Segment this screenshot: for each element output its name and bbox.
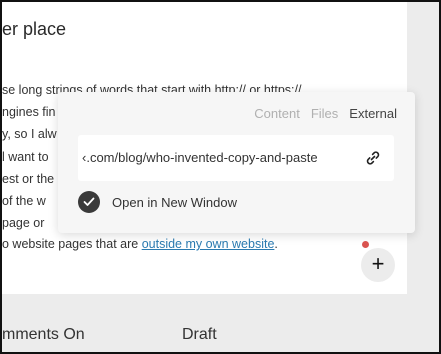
open-new-window-label[interactable]: Open in New Window [112,195,237,210]
screenshot-frame: er place se long strings of words that s… [0,0,441,354]
url-field[interactable]: ‹.com/blog/who-invented-copy-and-paste [78,135,394,181]
post-heading: er place [2,19,67,39]
editor-area[interactable]: er place se long strings of words that s… [2,2,415,294]
checkmark-icon [83,197,95,206]
body-line: page or [2,216,45,230]
body-line: est or the [2,172,55,186]
comments-setting[interactable]: mments On [2,326,85,344]
url-input-value[interactable]: ‹.com/blog/who-invented-copy-and-paste [82,150,352,165]
tab-external[interactable]: External [349,106,397,121]
add-block-button[interactable]: + [361,248,395,282]
body-line: of the w [2,194,46,208]
tab-files[interactable]: Files [311,106,338,121]
plus-icon: + [371,251,385,276]
body-line: y, so I alw [2,127,57,141]
post-status[interactable]: Draft [182,326,217,344]
link-type-tabs: Content Files External [254,106,397,121]
body-line-with-link: o website pages that are outside my own … [2,237,278,251]
body-line: ngines fin [2,105,56,119]
body-text: o website pages that are [2,237,142,251]
body-text-end: . [274,237,278,251]
tab-content[interactable]: Content [254,106,300,121]
link-icon[interactable] [364,149,382,167]
body-line: l want to [2,150,49,164]
notification-dot [362,241,369,248]
outside-website-link[interactable]: outside my own website [142,237,275,251]
link-popover: Content Files External ‹.com/blog/who-in… [58,92,415,233]
open-new-window-checkbox[interactable] [78,191,100,213]
